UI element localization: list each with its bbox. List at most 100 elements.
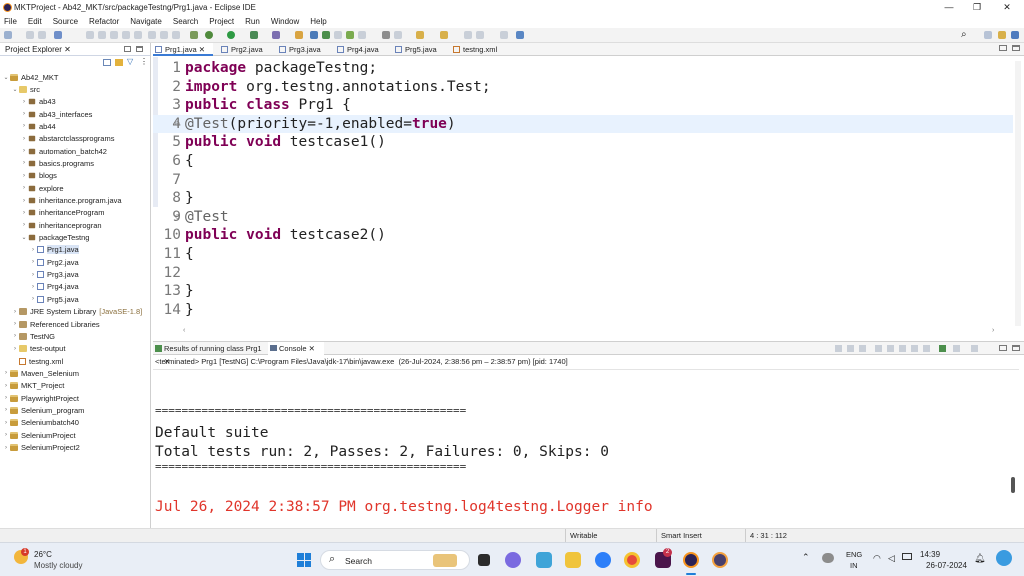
display-console-icon[interactable] xyxy=(953,345,960,352)
expanded-icon[interactable]: ⌄ xyxy=(11,86,19,93)
maximize-button[interactable]: ❐ xyxy=(962,0,992,15)
collapsed-icon[interactable]: › xyxy=(29,284,37,290)
code-line[interactable]: 12 xyxy=(153,264,1013,283)
collapsed-icon[interactable]: › xyxy=(29,272,37,278)
close-button[interactable]: ✕ xyxy=(992,0,1022,15)
collapsed-icon[interactable]: › xyxy=(29,259,37,265)
toggle-mark-icon[interactable] xyxy=(382,31,390,39)
maximize-console-icon[interactable] xyxy=(1012,345,1020,351)
fold-icon[interactable]: ⊖ xyxy=(175,208,180,227)
maximize-editor-icon[interactable] xyxy=(1012,45,1020,51)
scroll-lock-icon[interactable] xyxy=(887,345,894,352)
onedrive-icon[interactable] xyxy=(822,553,834,563)
tree-item[interactable]: ⌄ src xyxy=(11,83,40,95)
tree-item[interactable]: › MKT_Project xyxy=(2,380,64,392)
new-class-icon[interactable] xyxy=(322,31,330,39)
tree-item[interactable]: › ab44 xyxy=(20,120,56,132)
minimize-console-icon[interactable] xyxy=(999,345,1007,351)
tree-item[interactable]: › Selenium_program xyxy=(2,404,84,416)
step-over-icon[interactable] xyxy=(160,31,168,39)
collapsed-icon[interactable]: › xyxy=(2,370,10,376)
tab-prg1[interactable]: Prg1.java ✕ xyxy=(153,43,213,56)
tree-item[interactable]: › blogs xyxy=(20,170,57,182)
code-line[interactable]: 13} xyxy=(153,282,1013,301)
copilot-icon[interactable] xyxy=(996,550,1012,566)
taskbar-search[interactable]: ⌕ Search xyxy=(320,550,470,570)
step-return-icon[interactable] xyxy=(172,31,180,39)
tree-item[interactable]: › PlaywrightProject xyxy=(2,392,79,404)
start-icon[interactable] xyxy=(297,553,311,567)
wifi-icon[interactable]: ◠ xyxy=(873,553,881,564)
menu-refactor[interactable]: Refactor xyxy=(89,17,119,26)
tray-chevron-icon[interactable]: ⌃ xyxy=(802,552,810,563)
tree-item[interactable]: › SeleniumProject2 xyxy=(2,442,80,454)
vertical-scrollbar[interactable] xyxy=(1015,61,1021,326)
tab-prg2[interactable]: Prg2.java xyxy=(219,43,279,56)
tree-item[interactable]: › ab43 xyxy=(20,96,56,108)
save-all-icon[interactable] xyxy=(38,31,46,39)
open-console-icon[interactable] xyxy=(971,345,978,352)
collapsed-icon[interactable]: › xyxy=(20,173,28,179)
code-line[interactable]: 1 package packageTestng; xyxy=(153,59,1013,78)
tree-item[interactable]: › Prg2.java xyxy=(29,256,79,268)
debug-icon[interactable] xyxy=(190,31,198,39)
zoom-icon[interactable] xyxy=(595,552,611,568)
menu-help[interactable]: Help xyxy=(310,17,326,26)
tree-item[interactable]: › explore xyxy=(20,182,64,194)
scroll-left-icon[interactable]: ‹ xyxy=(183,327,185,334)
console-scroll-thumb[interactable] xyxy=(1011,477,1015,493)
resume-icon[interactable] xyxy=(98,31,106,39)
weather-desc[interactable]: Mostly cloudy xyxy=(34,561,82,570)
coverage-icon[interactable] xyxy=(250,31,258,39)
code-line[interactable]: 6{ xyxy=(153,152,1013,171)
remove-all-icon[interactable] xyxy=(859,345,866,352)
code-line[interactable]: 4 ⊖ @Test(priority=-1,enabled=true) xyxy=(153,114,1013,134)
collapsed-icon[interactable]: › xyxy=(2,383,10,389)
tree-item[interactable]: › SeleniumProject xyxy=(2,429,76,441)
status-insert-mode[interactable]: Smart Insert xyxy=(661,531,702,540)
collapsed-icon[interactable]: › xyxy=(20,222,28,228)
last-edit-icon[interactable] xyxy=(464,31,472,39)
collapsed-icon[interactable]: › xyxy=(20,210,28,216)
terminate-icon[interactable] xyxy=(122,31,130,39)
close-icon[interactable]: ✕ xyxy=(64,45,71,54)
menu-window[interactable]: Window xyxy=(271,17,299,26)
open-perspective-icon[interactable] xyxy=(984,31,992,39)
tree-item[interactable]: › Prg3.java xyxy=(29,269,79,281)
view-menu-icon[interactable]: ⋮ xyxy=(140,57,148,66)
tree-item[interactable]: › ab43_interfaces xyxy=(20,108,92,120)
tree-item[interactable]: › TestNG xyxy=(11,330,55,342)
tab-console[interactable]: Console ✕ xyxy=(268,342,324,355)
word-wrap-icon[interactable] xyxy=(899,345,906,352)
search-tb-icon[interactable] xyxy=(358,31,366,39)
tree-item[interactable]: › Prg1.java xyxy=(29,244,79,256)
search-icon[interactable]: ⌕ xyxy=(961,29,967,40)
menu-run[interactable]: Run xyxy=(245,17,260,26)
annotation-icon[interactable] xyxy=(416,31,424,39)
collapsed-icon[interactable]: › xyxy=(11,333,19,339)
collapsed-icon[interactable]: › xyxy=(20,136,28,142)
collapsed-icon[interactable]: › xyxy=(11,346,19,352)
minimize-editor-icon[interactable] xyxy=(999,45,1007,51)
external-tools-icon[interactable] xyxy=(272,31,280,39)
code-line[interactable]: 11{ xyxy=(153,245,1013,264)
chrome-icon[interactable] xyxy=(624,552,640,568)
menu-edit[interactable]: Edit xyxy=(28,17,42,26)
collapsed-icon[interactable]: › xyxy=(20,160,28,166)
pin-editor-icon[interactable] xyxy=(516,31,524,39)
tab-prg3[interactable]: Prg3.java xyxy=(277,43,337,56)
skip-breakpoints-icon[interactable] xyxy=(86,31,94,39)
code-line[interactable]: 9 ⊖ @Test xyxy=(153,208,1013,227)
minimize-view-icon[interactable] xyxy=(124,46,131,52)
tree-item[interactable]: ⌄ packageTestng xyxy=(20,232,89,244)
step-into-icon[interactable] xyxy=(148,31,156,39)
save-icon[interactable] xyxy=(26,31,34,39)
close-icon[interactable]: ✕ xyxy=(199,45,205,54)
code-line[interactable]: 10 public void testcase2() xyxy=(153,226,1013,245)
run-icon[interactable] xyxy=(227,31,235,39)
collapsed-icon[interactable]: › xyxy=(2,420,10,426)
tree-item[interactable]: › Prg4.java xyxy=(29,281,79,293)
clock-date[interactable]: 26-07-2024 xyxy=(926,561,967,570)
filter-icon[interactable]: ▽ xyxy=(127,57,133,66)
code-line[interactable]: 7 xyxy=(153,171,1013,190)
